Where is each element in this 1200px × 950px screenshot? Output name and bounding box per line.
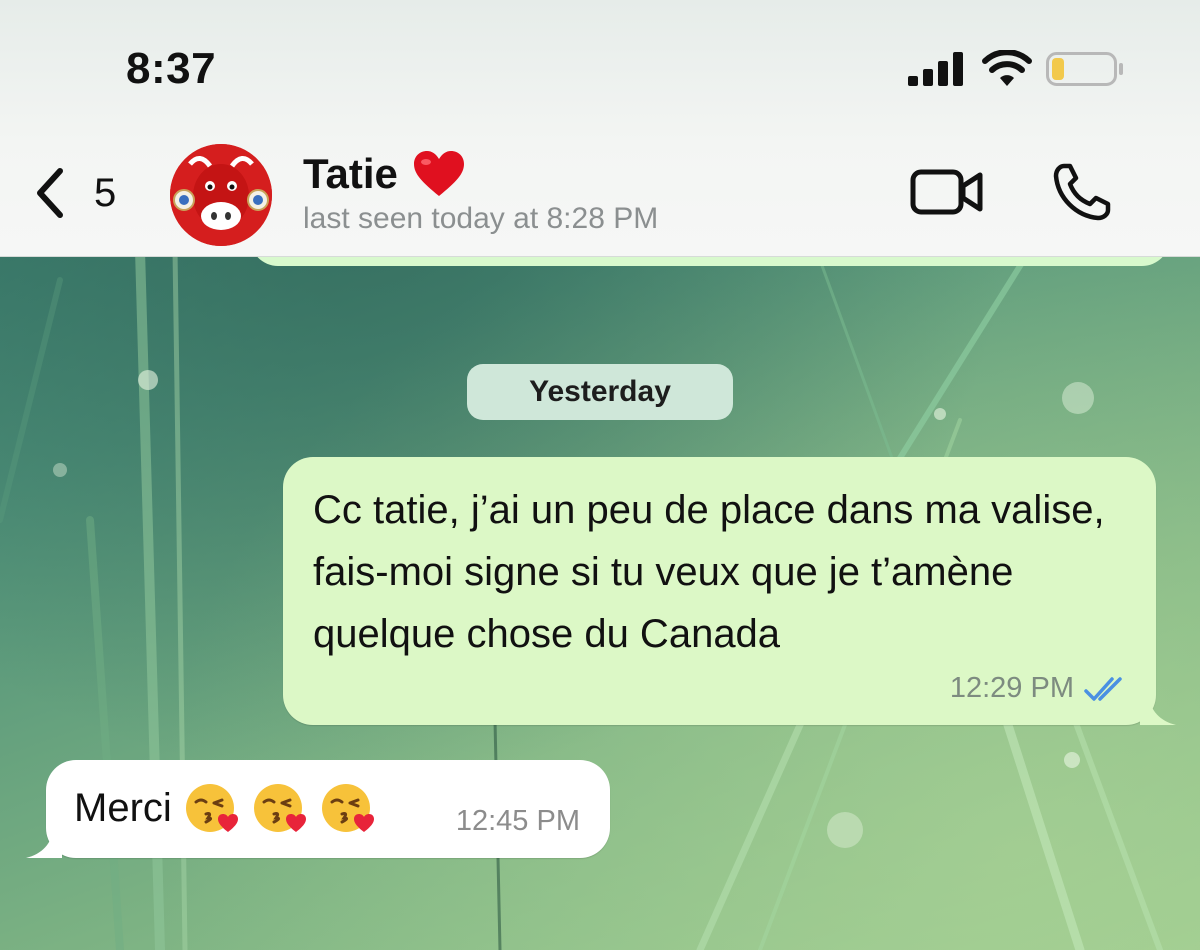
- cellular-signal-icon: [908, 52, 963, 86]
- cow-avatar-image: [170, 144, 272, 246]
- back-button[interactable]: 5: [30, 160, 140, 226]
- status-bar-time: 8:37: [126, 44, 217, 93]
- read-receipt-double-tick-icon: [1084, 676, 1122, 701]
- wifi-icon: [982, 50, 1032, 86]
- outgoing-message-text: Cc tatie, j’ai un peu de place dans ma v…: [313, 488, 1105, 656]
- last-seen-status: last seen today at 8:28 PM: [303, 202, 659, 235]
- contact-name[interactable]: Tatie: [303, 150, 466, 198]
- outgoing-message-time: 12:29 PM: [949, 672, 1074, 704]
- incoming-message-content: Merci: [74, 780, 376, 836]
- kissing-face-with-heart-icon: [185, 784, 238, 832]
- kissing-face-with-heart-icon: [253, 784, 306, 832]
- incoming-message-time: 12:45 PM: [455, 805, 580, 837]
- incoming-message-text: Merci: [74, 785, 172, 830]
- date-divider: Yesterday: [467, 364, 733, 420]
- heart-icon: [413, 151, 464, 196]
- unread-chats-count: 5: [94, 170, 117, 215]
- contact-name-text: Tatie: [303, 150, 398, 197]
- kissing-face-with-heart-icon: [321, 784, 374, 832]
- incoming-bubble-tail: [26, 826, 62, 858]
- contact-avatar[interactable]: [170, 144, 272, 246]
- chevron-left-icon: [37, 168, 63, 218]
- chat-header: 8:37 5 Tatie last seen today at 8:28 PM: [0, 0, 1200, 257]
- battery-icon: [1046, 52, 1123, 86]
- phone-call-icon[interactable]: [1050, 160, 1114, 224]
- video-call-icon[interactable]: [910, 166, 984, 218]
- outgoing-message-meta: 12:29 PM: [950, 672, 1128, 705]
- outgoing-bubble-tail: [1140, 693, 1176, 725]
- outgoing-message-bubble[interactable]: Cc tatie, j’ai un peu de place dans ma v…: [283, 457, 1176, 725]
- incoming-message-bubble[interactable]: Merci 12:45 PM: [26, 760, 610, 858]
